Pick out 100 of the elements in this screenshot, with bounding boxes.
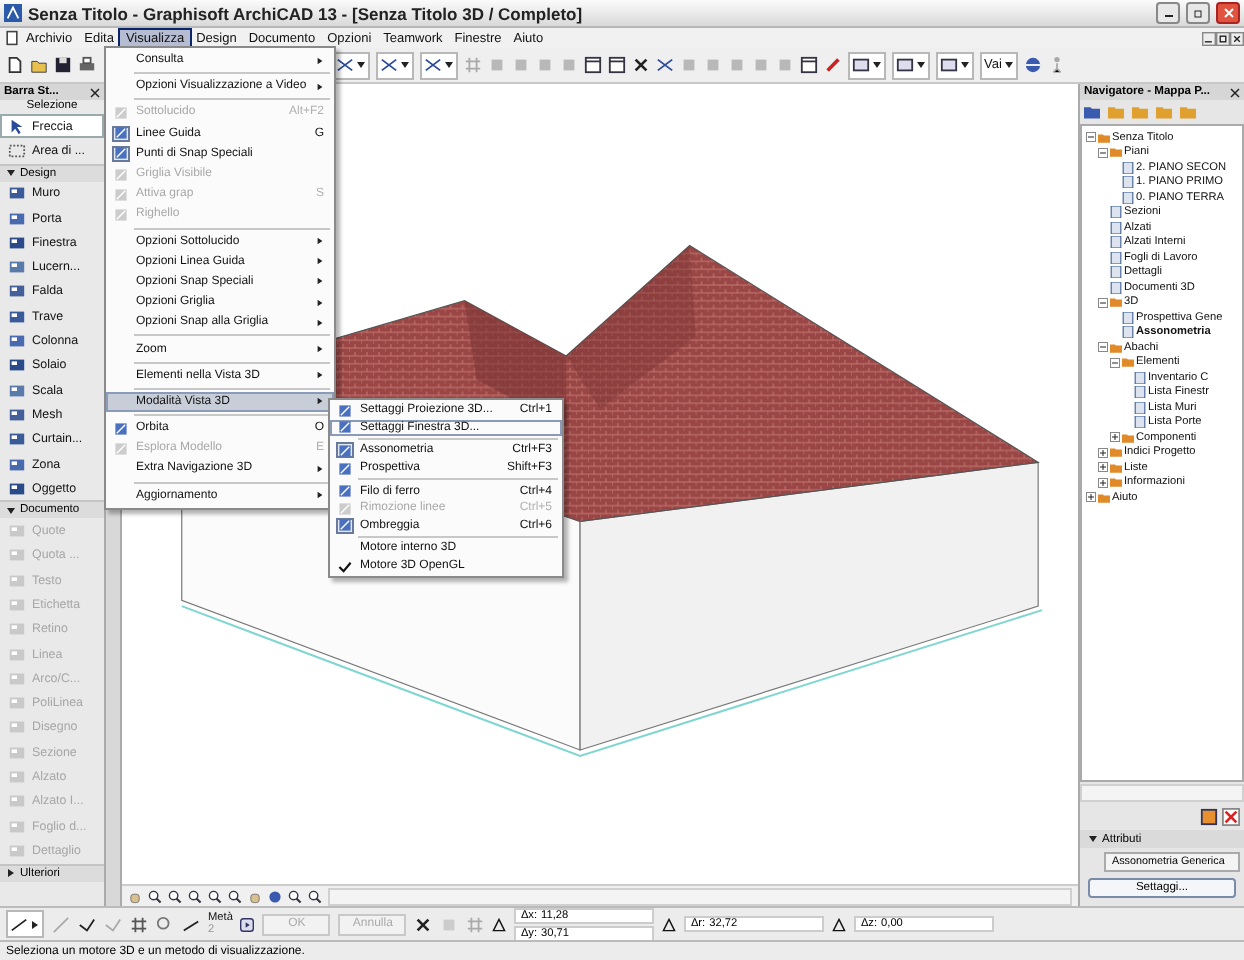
tool-icon bbox=[8, 546, 26, 565]
caret-icon bbox=[30, 919, 40, 929]
tool-icon bbox=[8, 332, 26, 351]
tool-icon bbox=[8, 841, 26, 860]
tool-icon bbox=[8, 669, 26, 688]
expand-icon[interactable] bbox=[1098, 447, 1108, 458]
square-icon bbox=[752, 56, 770, 74]
submenu-arrow-icon bbox=[316, 55, 324, 66]
dropdown-button[interactable] bbox=[420, 51, 458, 79]
grid-icon bbox=[466, 915, 485, 933]
command-icon bbox=[114, 126, 128, 141]
command-icon bbox=[114, 146, 128, 161]
square-icon bbox=[776, 56, 794, 74]
delete-icon bbox=[1222, 808, 1240, 826]
tool-icon bbox=[8, 645, 26, 664]
horizontal-scrollbar[interactable] bbox=[328, 887, 1072, 905]
close-icon bbox=[1230, 87, 1240, 97]
caret-icon bbox=[6, 868, 16, 879]
square-icon bbox=[512, 56, 530, 74]
caret-icon bbox=[6, 505, 16, 516]
expand-icon[interactable] bbox=[1086, 492, 1096, 503]
close-button[interactable] bbox=[1216, 2, 1240, 24]
tool-icon bbox=[8, 522, 26, 541]
dropdown-button[interactable] bbox=[376, 51, 414, 79]
tool-icon bbox=[8, 381, 26, 400]
horizontal-scrollbar[interactable] bbox=[1080, 784, 1244, 802]
caret-icon bbox=[356, 60, 366, 70]
tool-icon bbox=[8, 184, 26, 203]
collapse-icon[interactable] bbox=[1110, 357, 1120, 368]
collapse-icon[interactable] bbox=[1086, 132, 1096, 143]
tool-icon bbox=[8, 282, 26, 301]
triangle-icon bbox=[492, 917, 507, 931]
folder-icon bbox=[1110, 296, 1122, 309]
square-icon bbox=[728, 56, 746, 74]
submenu-arrow-icon bbox=[316, 396, 324, 407]
triangle-icon bbox=[662, 917, 677, 931]
square-icon bbox=[440, 915, 459, 933]
command-icon bbox=[338, 443, 352, 458]
tool-icon bbox=[8, 356, 26, 375]
pencil-icon bbox=[824, 56, 842, 74]
expand-icon[interactable] bbox=[1110, 432, 1120, 443]
close-icon bbox=[90, 87, 100, 97]
tool-icon bbox=[8, 233, 26, 252]
grid-icon bbox=[130, 915, 148, 933]
check-icon bbox=[338, 559, 352, 574]
close-icon bbox=[414, 915, 433, 933]
square-icon bbox=[680, 56, 698, 74]
window-icon bbox=[584, 56, 602, 74]
submenu-arrow-icon bbox=[316, 81, 324, 92]
caret-icon bbox=[400, 60, 410, 70]
tool-icon bbox=[8, 479, 26, 498]
dropdown-button[interactable] bbox=[892, 51, 930, 79]
tool-icon bbox=[8, 307, 26, 326]
tool-icon bbox=[8, 792, 26, 811]
tool-icon bbox=[8, 768, 26, 787]
close-icon bbox=[1223, 8, 1233, 18]
tool-icon bbox=[8, 209, 26, 228]
minimize-button[interactable] bbox=[1156, 2, 1180, 24]
square-icon bbox=[536, 56, 554, 74]
caret-icon bbox=[872, 60, 882, 70]
command-icon bbox=[114, 207, 128, 222]
line-icon bbox=[182, 915, 200, 933]
window-icon bbox=[852, 56, 870, 74]
submenu-arrow-icon bbox=[316, 344, 324, 355]
grid-icon bbox=[464, 56, 482, 74]
window-icon bbox=[940, 56, 958, 74]
caret-icon bbox=[444, 60, 454, 70]
triangle-icon bbox=[832, 917, 847, 931]
tool-icon bbox=[8, 258, 26, 277]
line-icon bbox=[52, 915, 70, 933]
dropdown-button[interactable] bbox=[936, 51, 974, 79]
globe-icon bbox=[1023, 56, 1042, 74]
collapse-icon[interactable] bbox=[1098, 147, 1108, 158]
expand-icon[interactable] bbox=[1098, 462, 1108, 473]
tool-icon bbox=[8, 595, 26, 614]
collapse-icon[interactable] bbox=[1098, 297, 1108, 308]
tool-icon bbox=[8, 694, 26, 713]
tool-icon bbox=[8, 817, 26, 836]
dropdown-button[interactable] bbox=[6, 910, 44, 938]
caret-icon bbox=[1003, 60, 1014, 70]
square-icon bbox=[704, 56, 722, 74]
collapse-icon[interactable] bbox=[1098, 342, 1108, 353]
printer-icon bbox=[78, 56, 96, 74]
command-icon bbox=[114, 441, 128, 456]
tool-icon bbox=[8, 571, 26, 590]
submenu-arrow-icon bbox=[316, 370, 324, 381]
submenu-arrow-icon bbox=[316, 490, 324, 501]
folder-icon bbox=[30, 56, 48, 74]
tool-icon bbox=[8, 430, 26, 449]
command-icon bbox=[114, 187, 128, 202]
dropdown-button[interactable] bbox=[848, 51, 886, 79]
square-icon bbox=[560, 56, 578, 74]
window-icon bbox=[800, 56, 818, 74]
arrow-icon bbox=[240, 917, 255, 931]
tool-icon bbox=[8, 405, 26, 424]
caret-icon bbox=[1088, 834, 1098, 844]
square-icon bbox=[488, 56, 506, 74]
expand-icon[interactable] bbox=[1098, 477, 1108, 488]
window-icon bbox=[608, 56, 626, 74]
window-title: Senza Titolo - Graphisoft ArchiCAD 13 - [Senza Titolo 3D / Completo] bbox=[28, 3, 585, 23]
